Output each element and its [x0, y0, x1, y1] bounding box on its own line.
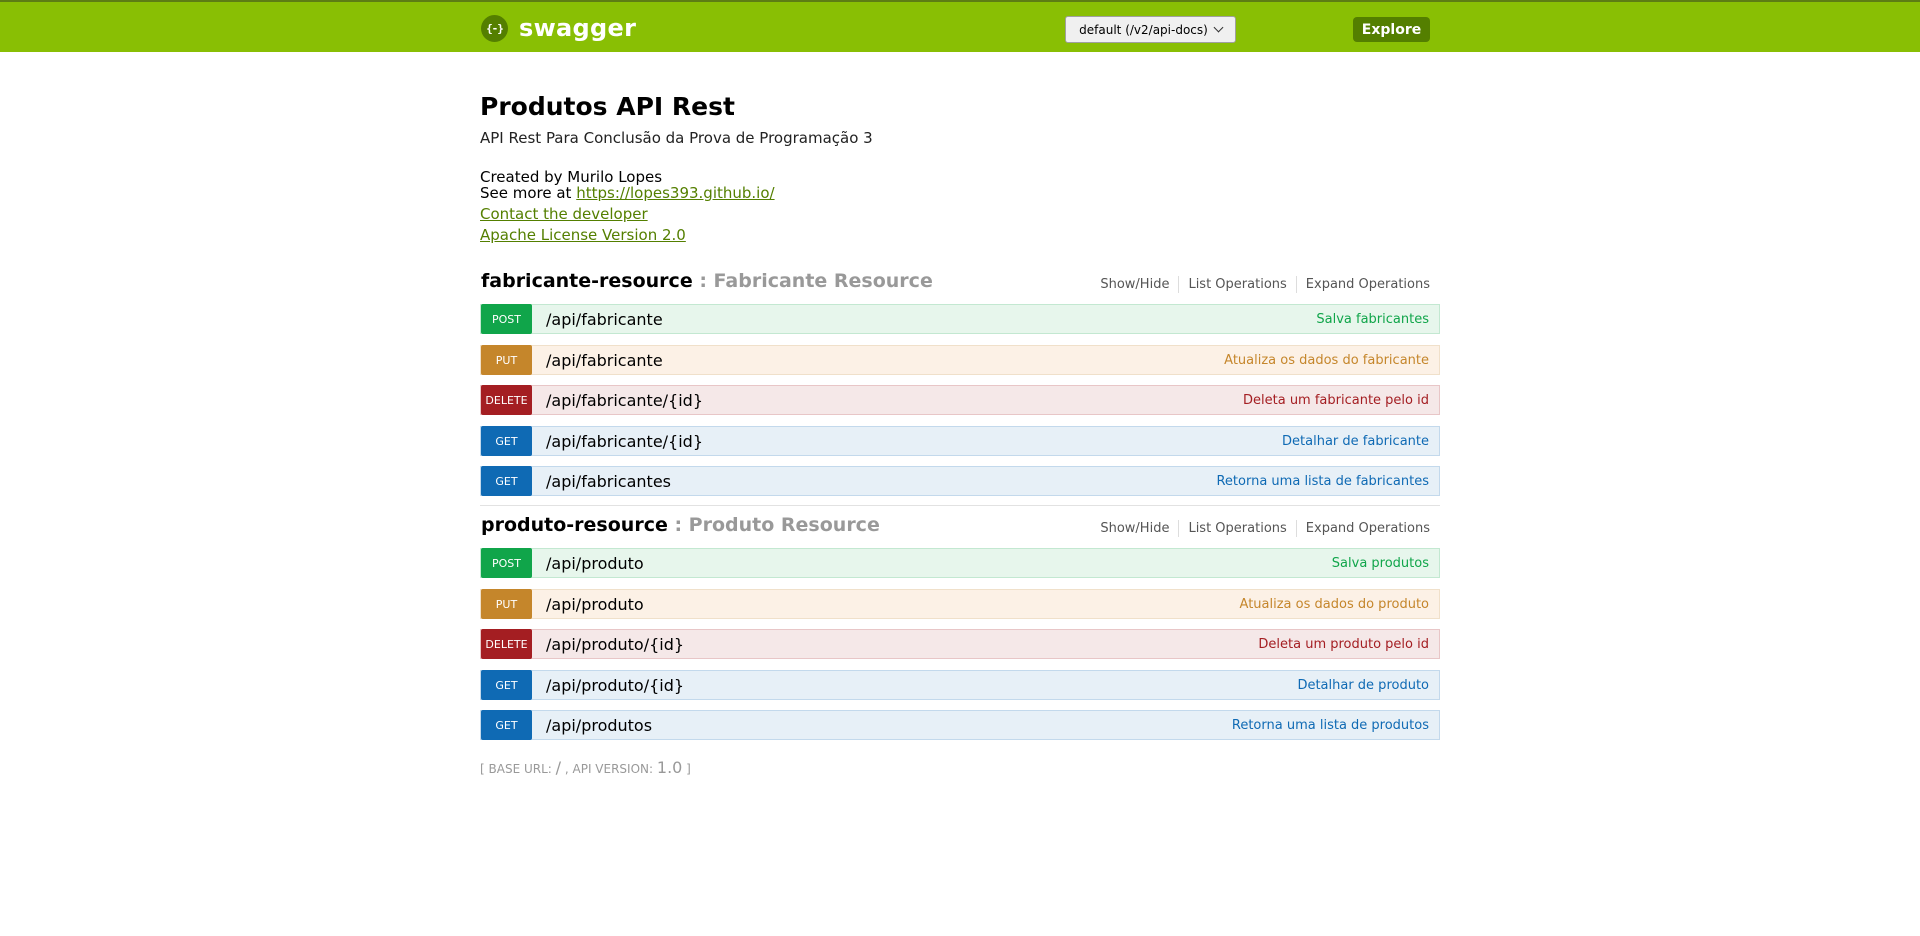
endpoint-summary[interactable]: Atualiza os dados do produto [1240, 597, 1429, 612]
see-more-line: See more at https://lopes393.github.io/ [480, 184, 775, 202]
endpoint-path[interactable]: /api/fabricante [546, 310, 663, 329]
expand-operations-link[interactable]: Expand Operations [1297, 277, 1430, 292]
list-operations-link[interactable]: List Operations [1179, 521, 1295, 536]
endpoint-summary[interactable]: Deleta um produto pelo id [1258, 637, 1429, 652]
http-method-badge[interactable]: DELETE [481, 629, 532, 659]
endpoint-path[interactable]: /api/produtos [546, 716, 652, 735]
show-hide-link[interactable]: Show/Hide [1091, 277, 1178, 292]
http-method-badge[interactable]: POST [481, 548, 532, 578]
developer-website-link[interactable]: https://lopes393.github.io/ [576, 184, 774, 202]
endpoint-path[interactable]: /api/fabricante [546, 351, 663, 370]
resource-header: produto-resource : Produto Resource Show/… [480, 514, 1440, 542]
api-spec-select[interactable]: default (/v2/api-docs) [1065, 16, 1236, 43]
footer-open-bracket: [ [480, 762, 485, 776]
endpoint-summary[interactable]: Detalhar de produto [1297, 678, 1429, 693]
license-link[interactable]: Apache License Version 2.0 [480, 226, 686, 244]
resource-subtitle: : Fabricante Resource [699, 270, 933, 292]
chevron-down-icon [1213, 22, 1224, 33]
resource-header: fabricante-resource : Fabricante Resourc… [480, 270, 1440, 298]
swagger-logo-text: swagger [519, 14, 637, 42]
contact-developer-link[interactable]: Contact the developer [480, 205, 648, 223]
endpoint-path[interactable]: /api/produto [546, 595, 644, 614]
http-method-badge[interactable]: DELETE [481, 385, 532, 415]
http-method-badge[interactable]: PUT [481, 345, 532, 375]
endpoint-path[interactable]: /api/produto/{id} [546, 635, 684, 654]
swagger-logo[interactable]: {-} swagger [481, 14, 637, 42]
endpoint-summary[interactable]: Salva fabricantes [1316, 312, 1429, 327]
resource-name: produto-resource [481, 514, 668, 536]
base-url-value: / [555, 758, 562, 777]
endpoint-row[interactable]: POST/api/produto Salva produtos [480, 548, 1440, 578]
endpoint-path[interactable]: /api/fabricante/{id} [546, 432, 703, 451]
footer-info: [ BASE URL: / , API VERSION: 1.0 ] [480, 758, 691, 777]
resource-operations: Show/Hide List Operations Expand Operation… [1091, 276, 1430, 293]
endpoint-row[interactable]: GET/api/fabricante/{id} Detalhar de fabri… [480, 426, 1440, 456]
resource-subtitle: : Produto Resource [674, 514, 880, 536]
resource-section: fabricante-resource : Fabricante Resourc… [480, 270, 1440, 496]
resource-title[interactable]: produto-resource : Produto Resource [481, 514, 880, 536]
show-hide-link[interactable]: Show/Hide [1091, 521, 1178, 536]
http-method-badge[interactable]: PUT [481, 589, 532, 619]
endpoint-path[interactable]: /api/fabricantes [546, 472, 671, 491]
endpoint-row[interactable]: PUT/api/produto Atualiza os dados do prod… [480, 589, 1440, 619]
endpoint-path[interactable]: /api/fabricante/{id} [546, 391, 703, 410]
endpoint-summary[interactable]: Deleta um fabricante pelo id [1243, 393, 1429, 408]
endpoint-summary[interactable]: Atualiza os dados do fabricante [1224, 353, 1429, 368]
api-version-label: , API VERSION: [564, 762, 654, 776]
expand-operations-link[interactable]: Expand Operations [1297, 521, 1430, 536]
http-method-badge[interactable]: GET [481, 426, 532, 456]
endpoint-summary[interactable]: Salva produtos [1332, 556, 1429, 571]
endpoint-row[interactable]: GET/api/fabricantes Retorna uma lista de … [480, 466, 1440, 496]
explore-button[interactable]: Explore [1353, 17, 1430, 42]
resource-operations: Show/Hide List Operations Expand Operation… [1091, 520, 1430, 537]
resource-name: fabricante-resource [481, 270, 693, 292]
endpoint-summary[interactable]: Detalhar de fabricante [1282, 434, 1429, 449]
endpoint-row[interactable]: DELETE/api/produto/{id} Deleta um produto… [480, 629, 1440, 659]
see-more-prefix: See more at [480, 184, 577, 202]
resource-title[interactable]: fabricante-resource : Fabricante Resourc… [481, 270, 933, 292]
api-description: API Rest Para Conclusão da Prova de Prog… [480, 129, 873, 147]
list-operations-link[interactable]: List Operations [1179, 277, 1295, 292]
endpoint-row[interactable]: POST/api/fabricante Salva fabricantes [480, 304, 1440, 334]
resource-divider [480, 505, 1440, 506]
resource-section: produto-resource : Produto Resource Show/… [480, 514, 1440, 740]
endpoint-row[interactable]: GET/api/produtos Retorna uma lista de pro… [480, 710, 1440, 740]
endpoint-row[interactable]: DELETE/api/fabricante/{id} Deleta um fabr… [480, 385, 1440, 415]
swagger-logo-icon: {-} [481, 14, 508, 42]
base-url-label: BASE URL: [488, 762, 552, 776]
endpoint-summary[interactable]: Retorna uma lista de fabricantes [1216, 474, 1429, 489]
endpoint-row[interactable]: GET/api/produto/{id} Detalhar de produto [480, 670, 1440, 700]
http-method-badge[interactable]: POST [481, 304, 532, 334]
http-method-badge[interactable]: GET [481, 670, 532, 700]
endpoint-row[interactable]: PUT/api/fabricante Atualiza os dados do f… [480, 345, 1440, 375]
endpoint-path[interactable]: /api/produto/{id} [546, 676, 684, 695]
http-method-badge[interactable]: GET [481, 466, 532, 496]
footer-close-bracket: ] [686, 762, 691, 776]
top-bar: {-} swagger default (/v2/api-docs) Explo… [0, 0, 1920, 52]
endpoint-path[interactable]: /api/produto [546, 554, 644, 573]
http-method-badge[interactable]: GET [481, 710, 532, 740]
api-spec-select-value: default (/v2/api-docs) [1079, 22, 1208, 37]
endpoint-summary[interactable]: Retorna uma lista de produtos [1232, 718, 1429, 733]
api-title: Produtos API Rest [480, 92, 735, 121]
api-version-value: 1.0 [656, 758, 683, 777]
